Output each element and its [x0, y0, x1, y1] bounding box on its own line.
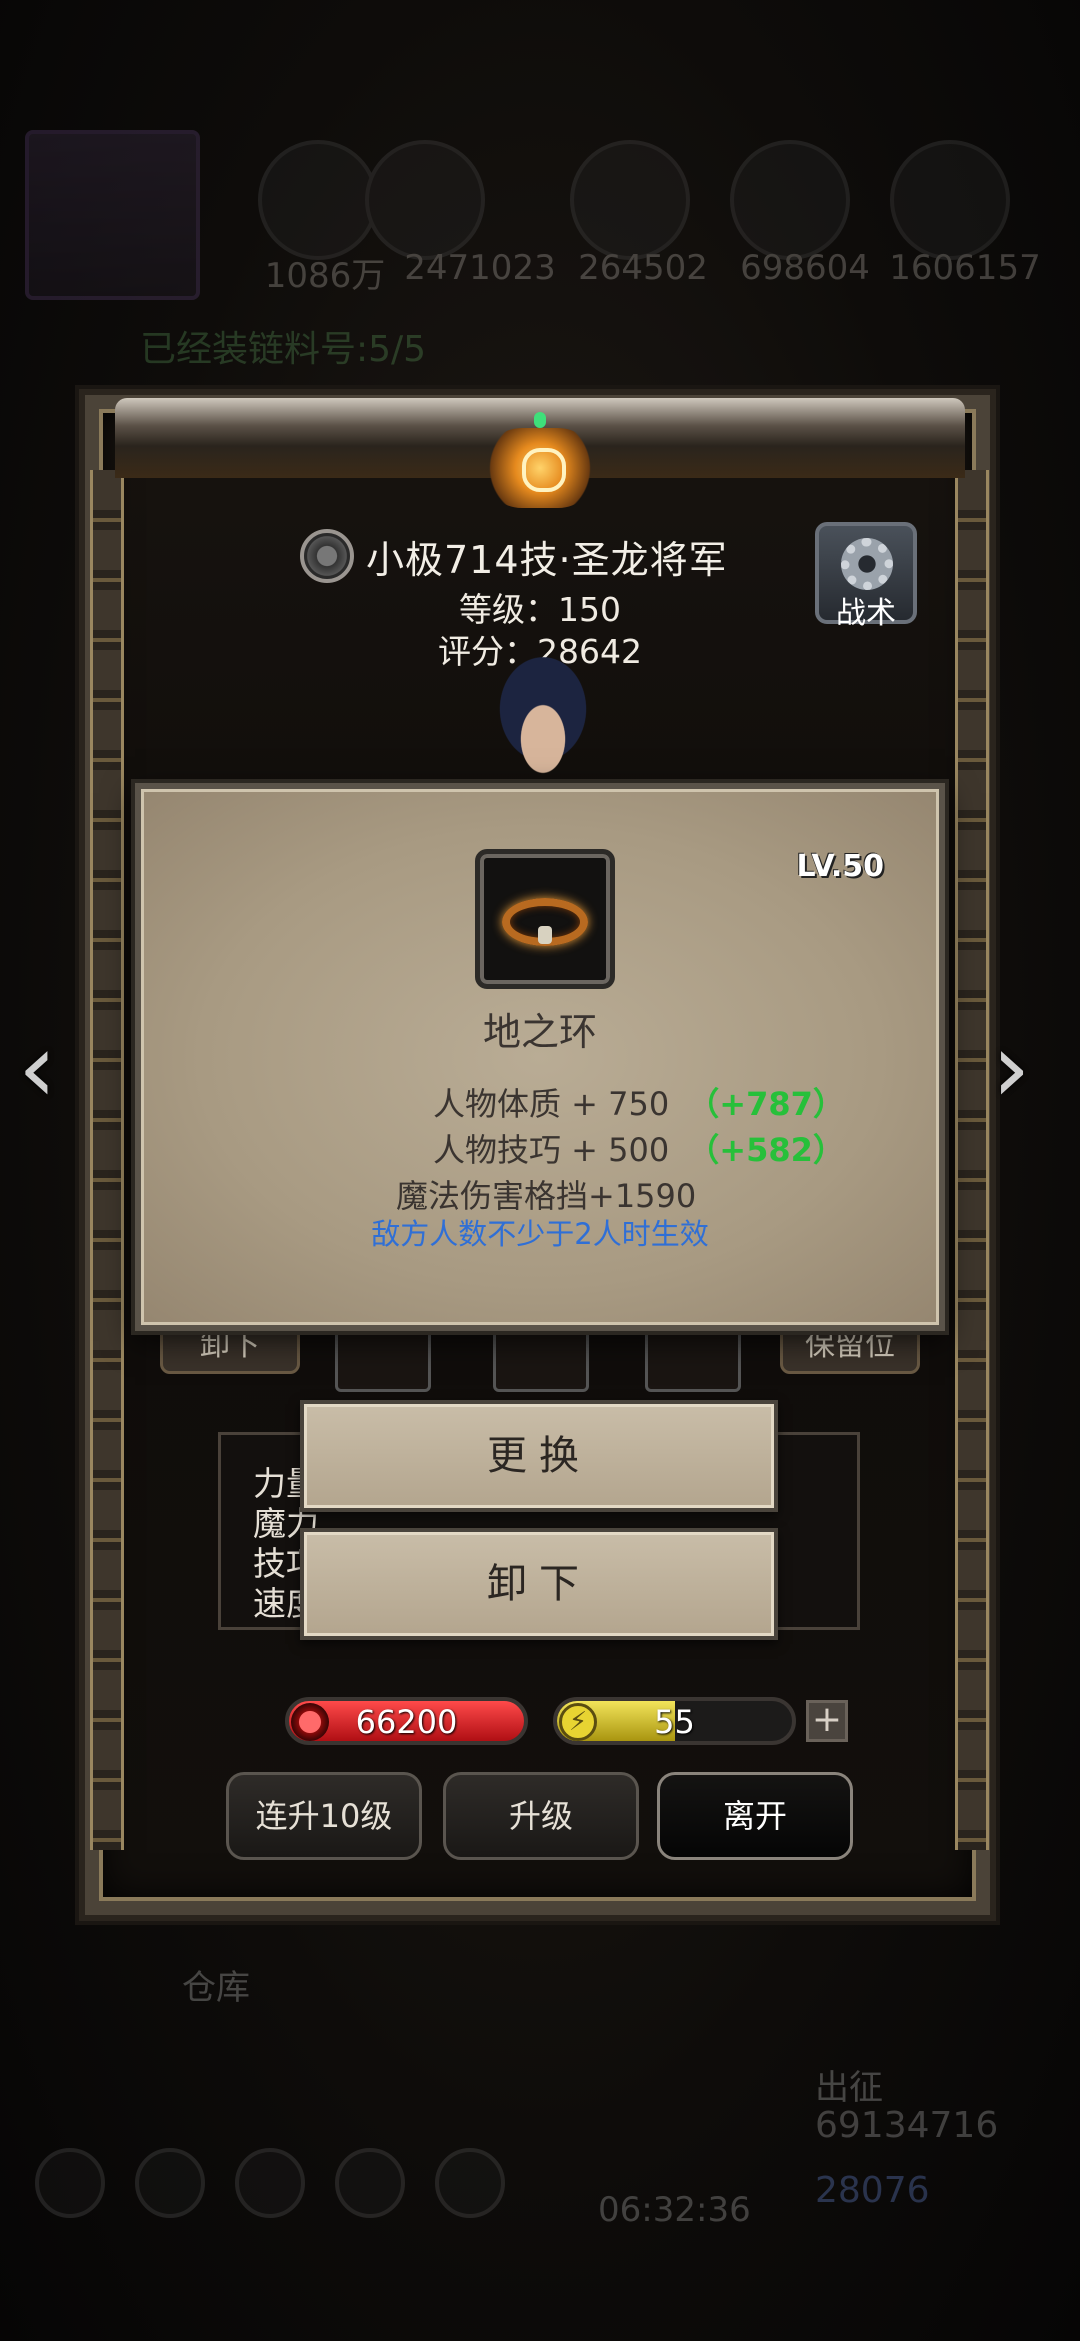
level-up-10-button[interactable]: 连升10级 [226, 1772, 422, 1860]
ring-gem-icon [538, 926, 552, 944]
gear-icon [841, 538, 893, 590]
hero-name-row: 小极714技·圣龙将军 [300, 525, 780, 587]
item-stat-bonus: （+582） [687, 1131, 845, 1169]
tactics-label: 战术 [836, 596, 896, 631]
emblem-icon [482, 428, 598, 508]
menu-icon [335, 2148, 405, 2218]
warehouse-label: 仓库 [182, 1968, 250, 2008]
menu-icon [235, 2148, 305, 2218]
player-avatar [25, 130, 200, 300]
unequip-button[interactable]: 卸下 [300, 1528, 778, 1640]
resource-value: 2471023 [404, 248, 556, 288]
energy-value: 55 [654, 1703, 695, 1741]
resource-icon [258, 140, 378, 260]
menu-icon [35, 2148, 105, 2218]
bottom-hud: 仓库 出征 69134716 28076 06:32:36 [0, 1870, 1080, 2341]
item-level: LV.50 [796, 849, 884, 884]
item-stat-line: 人物技巧 + 500 （+582） [433, 1125, 845, 1171]
hero-portrait [488, 655, 598, 775]
timer: 06:32:36 [598, 2190, 751, 2230]
item-stat-text: 人物技巧 + 500 [433, 1131, 670, 1169]
resource-value: 698604 [740, 248, 870, 288]
replace-button[interactable]: 更换 [300, 1400, 778, 1512]
resource-icon [365, 140, 485, 260]
next-hero-arrow-icon[interactable]: › [992, 1020, 1062, 1120]
prev-hero-arrow-icon[interactable]: ‹ [18, 1020, 88, 1120]
chain-status: 已经装链料号:5/5 [140, 329, 427, 370]
resource-value: 1086万 [264, 256, 386, 296]
hero-name: 小极714技·圣龙将军 [366, 537, 728, 582]
hp-bar: 66200 [285, 1697, 528, 1745]
frame-pillar-right [955, 470, 989, 1850]
resource-icon [890, 140, 1010, 260]
menu-icon [435, 2148, 505, 2218]
gem-icon [534, 412, 546, 428]
frame-pillar-left [90, 470, 124, 1850]
item-icon-frame [475, 849, 615, 989]
item-condition: 敌方人数不少于2人时生效 [371, 1217, 709, 1251]
item-stat-text: 人物体质 + 750 [433, 1085, 670, 1123]
resource-value: 264502 [578, 248, 708, 288]
resource-bar: 1086万 2471023 264502 698604 1606157 [0, 130, 1080, 300]
energy-bar: ⚡ 55 [553, 1697, 796, 1745]
menu-icon [135, 2148, 205, 2218]
resource-value: 1606157 [889, 248, 1041, 288]
hp-value: 66200 [355, 1703, 458, 1741]
add-energy-button[interactable]: + [806, 1700, 848, 1742]
resource-icon [730, 140, 850, 260]
gem-amount: 28076 [815, 2170, 930, 2211]
dispatch-label: 出征 [815, 2068, 883, 2108]
item-detail-popup: LV.50 地之环 人物体质 + 750 （+787） 人物技巧 + 500 （+5… [135, 783, 945, 1331]
item-name: 地之环 [482, 1010, 597, 1054]
item-stat-bonus: （+787） [687, 1085, 845, 1123]
hero-level: 等级：150 [459, 590, 621, 629]
level-up-button[interactable]: 升级 [443, 1772, 639, 1860]
resource-icon [570, 140, 690, 260]
leave-button[interactable]: 离开 [657, 1772, 853, 1860]
medal-icon [300, 529, 354, 583]
gold-amount: 69134716 [815, 2105, 999, 2146]
item-stat-line: 人物体质 + 750 （+787） [433, 1079, 845, 1125]
tactics-button[interactable]: 战术 [815, 522, 917, 631]
